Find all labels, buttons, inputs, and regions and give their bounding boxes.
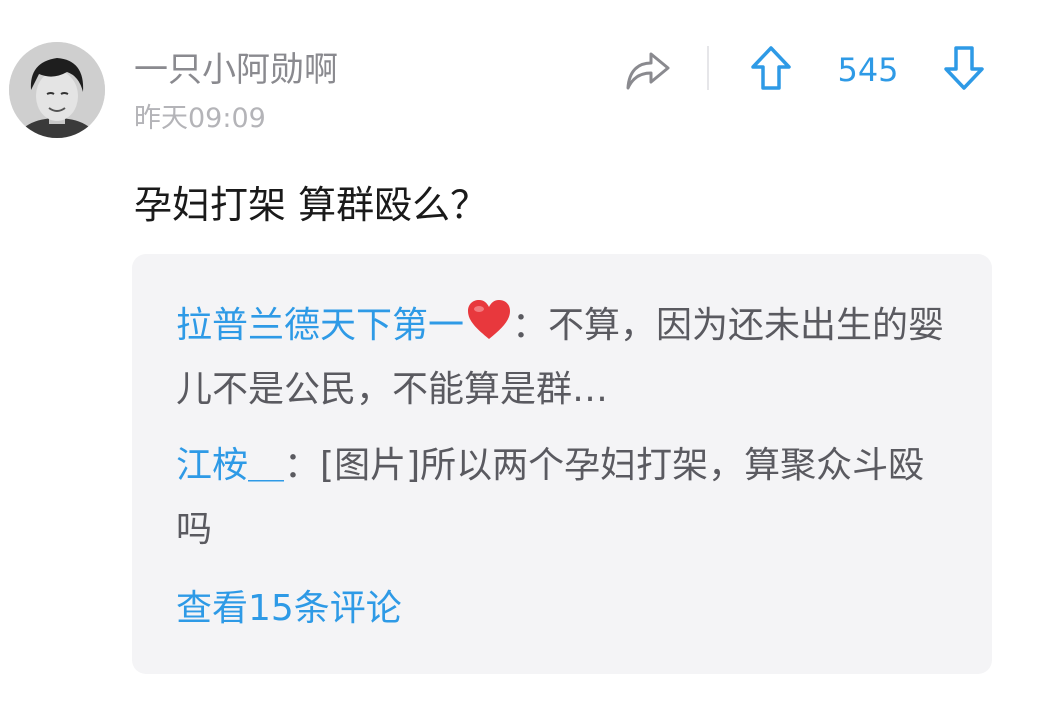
- view-all-comments-link[interactable]: 查看15条评论: [176, 584, 402, 634]
- comment-separator: ：: [284, 445, 321, 486]
- arrow-down-icon: [944, 46, 984, 90]
- comment-item[interactable]: 江桉＿：[图片]所以两个孕妇打架，算聚众斗殴吗: [176, 434, 956, 562]
- comment-author[interactable]: 拉普兰德天下第一: [176, 305, 464, 346]
- post-card: 一只小阿勋啊 昨天09:09 545 孕妇打架 算群殴么？ 拉普兰德天下第一 ：不…: [0, 0, 1040, 708]
- avatar-image: [9, 42, 105, 138]
- comment-author[interactable]: 江桉＿: [176, 445, 284, 486]
- upvote-button[interactable]: [749, 44, 793, 92]
- share-button[interactable]: [624, 48, 672, 92]
- comments-preview[interactable]: 拉普兰德天下第一 ：不算，因为还未出生的婴儿不是公民，不能算是群… 江桉＿：[图片…: [132, 254, 992, 674]
- vote-count: 545: [837, 51, 899, 89]
- post-content[interactable]: 孕妇打架 算群殴么？: [134, 180, 488, 230]
- toolbar-divider: [707, 46, 709, 90]
- heart-icon: [468, 300, 511, 339]
- share-arrow-icon: [626, 52, 670, 90]
- comment-separator: ：: [512, 305, 549, 346]
- timestamp: 昨天09:09: [134, 103, 266, 134]
- arrow-up-icon: [751, 46, 791, 90]
- avatar[interactable]: [9, 42, 105, 138]
- downvote-button[interactable]: [942, 44, 986, 92]
- username[interactable]: 一只小阿勋啊: [134, 48, 338, 92]
- comment-item[interactable]: 拉普兰德天下第一 ：不算，因为还未出生的婴儿不是公民，不能算是群…: [176, 294, 956, 422]
